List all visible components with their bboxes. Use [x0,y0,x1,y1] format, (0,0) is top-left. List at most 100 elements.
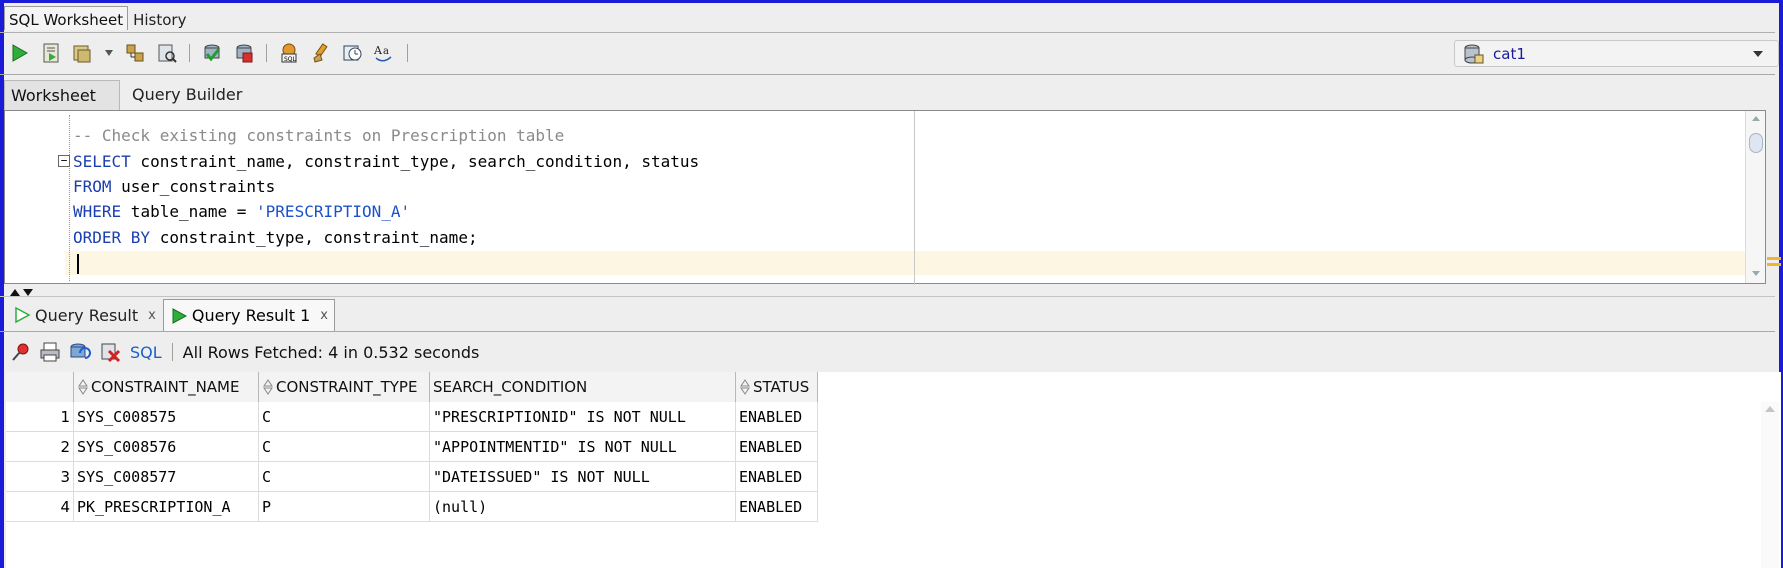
cell-constraint-type[interactable]: C [259,402,430,432]
cell-constraint-type[interactable]: C [259,462,430,492]
run-script-icon[interactable] [38,40,64,66]
code-line-2: SELECT constraint_name, constraint_type,… [73,152,700,171]
table-row[interactable]: 3 SYS_C008577 C "DATEISSUED" IS NOT NULL… [6,462,818,492]
column-header-status[interactable]: STATUS [736,372,818,402]
chevron-down-icon [1753,51,1763,57]
cell-status[interactable]: ENABLED [736,492,818,522]
column-header-constraint-name[interactable]: CONSTRAINT_NAME [74,372,259,402]
tab-worksheet[interactable]: Worksheet [4,80,120,110]
sql-history-icon[interactable] [340,40,366,66]
cell-search-condition[interactable]: "APPOINTMENTID" IS NOT NULL [430,432,736,462]
scroll-thumb[interactable] [1749,133,1763,153]
cell-constraint-type[interactable]: P [259,492,430,522]
explain-plan-icon[interactable] [122,40,148,66]
sort-icon[interactable] [740,378,750,396]
chevron-down-icon[interactable] [102,40,116,66]
right-margin-line [914,111,915,285]
sql-link[interactable]: SQL [130,343,162,362]
scroll-down-icon[interactable] [1751,270,1761,277]
code-line-4: WHERE table_name = 'PRESCRIPTION_A' [73,202,411,221]
tab-query-builder[interactable]: Query Builder [120,80,248,110]
tab-label: Query Result [35,305,139,325]
svg-text:SQL: SQL [284,56,297,63]
divider [0,331,1775,332]
row-number: 2 [6,432,74,462]
cell-constraint-name[interactable]: SYS_C008575 [74,402,259,432]
run-icon [172,307,187,324]
column-header-search-condition[interactable]: SEARCH_CONDITION [430,372,736,402]
cell-constraint-name[interactable]: SYS_C008577 [74,462,259,492]
tab-sql-worksheet[interactable]: SQL Worksheet [4,6,129,30]
row-number: 4 [6,492,74,522]
unshared-sql-icon[interactable]: SQL [276,40,302,66]
row-number-header [6,372,74,402]
divider [0,296,1775,297]
text-caret [77,254,79,274]
sort-icon[interactable] [78,378,88,396]
toolbar-separator [407,44,408,62]
tab-label: Query Result 1 [191,306,311,325]
code-line-3: FROM user_constraints [73,177,276,196]
sql-editor[interactable]: − -- Check existing constraints on Presc… [4,110,1766,285]
gutter [69,115,70,281]
editor-scrollbar[interactable] [1745,111,1765,283]
cell-search-condition[interactable]: "DATEISSUED" IS NOT NULL [430,462,736,492]
worksheet-tabs: Worksheet Query Builder [4,80,248,110]
commit-icon[interactable] [199,40,225,66]
cell-status[interactable]: ENABLED [736,462,818,492]
code-line-5: ORDER BY constraint_type, constraint_nam… [73,228,478,247]
clear-icon[interactable] [308,40,334,66]
sql-tuning-icon[interactable] [154,40,180,66]
print-icon[interactable] [39,341,61,363]
database-connection-icon [1464,44,1484,63]
table-row[interactable]: 2 SYS_C008576 C "APPOINTMENTID" IS NOT N… [6,432,818,462]
run-statement-icon[interactable] [6,40,32,66]
cell-search-condition[interactable]: "PRESCRIPTIONID" IS NOT NULL [430,402,736,432]
close-icon[interactable]: x [320,308,328,323]
cancel-query-icon[interactable] [99,341,121,363]
sort-icon[interactable] [263,378,273,396]
tab-history[interactable]: History [128,6,191,30]
toolbar-separator [266,44,267,62]
divider [0,74,1775,75]
column-header-constraint-type[interactable]: CONSTRAINT_TYPE [259,372,430,402]
grid-scrollbar[interactable] [1761,402,1779,568]
connection-label: cat1 [1493,44,1526,63]
tab-query-result-1[interactable]: Query Result 1 x [162,299,335,331]
toolbar-separator [189,44,190,62]
top-tabs: SQL Worksheet History [4,6,191,30]
connection-select[interactable]: cat1 [1454,40,1779,67]
svg-text:a: a [383,46,389,57]
scroll-up-icon[interactable] [1751,115,1761,122]
fold-collapse-icon[interactable]: − [58,155,70,167]
cell-status[interactable]: ENABLED [736,402,818,432]
result-toolbar: SQL All Rows Fetched: 4 in 0.532 seconds [10,338,479,366]
code-line-1: -- Check existing constraints on Prescri… [73,126,565,145]
cell-search-condition[interactable]: (null) [430,492,736,522]
format-case-icon[interactable]: Aa [372,40,398,66]
cell-constraint-type[interactable]: C [259,432,430,462]
row-number: 3 [6,462,74,492]
close-icon[interactable]: x [148,308,156,323]
toolbar-separator [171,343,173,361]
pin-icon[interactable] [10,341,32,363]
row-number: 1 [6,402,74,432]
cell-status[interactable]: ENABLED [736,432,818,462]
svg-text:A: A [373,44,383,57]
refresh-icon[interactable] [68,341,92,363]
rollback-icon[interactable] [231,40,257,66]
table-row[interactable]: 4 PK_PRESCRIPTION_A P (null) ENABLED [6,492,818,522]
result-grid: CONSTRAINT_NAME CONSTRAINT_TYPE SEARCH_C… [6,372,1781,568]
autotrace-icon[interactable] [70,40,96,66]
table-row[interactable]: 1 SYS_C008575 C "PRESCRIPTIONID" IS NOT … [6,402,818,432]
result-tabs: Query Result x Query Result 1 x [6,299,335,331]
worksheet-toolbar: SQL Aa [6,38,411,68]
change-marker-icon [1767,257,1781,266]
tab-query-result[interactable]: Query Result x [6,299,163,331]
scroll-up-icon[interactable] [1763,404,1777,414]
current-line-highlight [65,251,1745,275]
grid-header: CONSTRAINT_NAME CONSTRAINT_TYPE SEARCH_C… [6,372,818,402]
cell-constraint-name[interactable]: PK_PRESCRIPTION_A [74,492,259,522]
run-icon [15,306,31,324]
cell-constraint-name[interactable]: SYS_C008576 [74,432,259,462]
